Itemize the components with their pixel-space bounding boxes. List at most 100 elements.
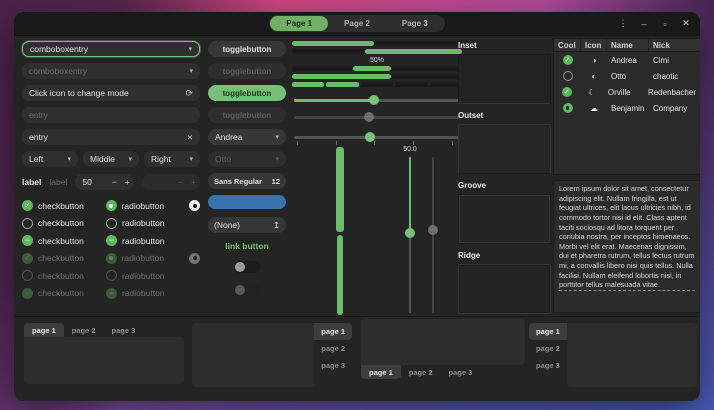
tab-page-3[interactable]: page 3: [104, 323, 144, 337]
mode-entry[interactable]: Click icon to change mode ⟳: [22, 85, 200, 101]
spinbutton[interactable]: 50 − +: [75, 174, 133, 190]
column-header-name[interactable]: Name: [607, 39, 649, 51]
radio-unselected[interactable]: [106, 218, 117, 229]
window-controls: ⋮ – ▫ ✕: [618, 12, 691, 35]
link-button[interactable]: link button: [208, 241, 286, 251]
comboboxentry-disabled: comboboxentry ▾: [22, 63, 200, 79]
frame-label: Inset: [458, 41, 551, 50]
entry-clearable-field[interactable]: entry ✕: [22, 129, 200, 145]
table-row[interactable]: ✓ ☾ Orville Redenbacher: [554, 84, 700, 100]
scale-handle[interactable]: [369, 95, 379, 105]
tab-page-2[interactable]: page 2: [64, 323, 104, 337]
tab-page-1[interactable]: page 1: [314, 323, 352, 340]
radio-mixed[interactable]: −: [106, 235, 117, 246]
radio-indicator[interactable]: [189, 200, 200, 211]
scale-handle[interactable]: [405, 228, 415, 238]
tab-page-2[interactable]: page 2: [314, 340, 352, 357]
radiobutton-label: radiobutton: [122, 253, 165, 263]
textview[interactable]: Lorem ipsum dolor sit amet, consectetur …: [553, 180, 700, 313]
cell-name: Andrea: [607, 56, 649, 65]
scale-vertical[interactable]: [405, 157, 415, 313]
comboboxentry[interactable]: comboboxentry ▾: [22, 41, 200, 57]
maximize-icon[interactable]: ▫: [660, 19, 670, 29]
vscale-value-label: 50.0: [392, 146, 428, 153]
minimize-icon[interactable]: –: [639, 19, 649, 29]
scale-horizontal[interactable]: [292, 94, 462, 106]
tab-page-2[interactable]: page 2: [401, 365, 441, 379]
tab-page-1[interactable]: Page 1: [270, 16, 328, 31]
entry-placeholder: entry: [29, 110, 48, 120]
table-row[interactable]: ◐ Otto chaotic: [554, 68, 700, 84]
checkbox-mixed[interactable]: −: [22, 235, 33, 246]
tab-page-3[interactable]: Page 3: [386, 16, 444, 31]
treeview-header: Cool Icon Name Nick: [554, 39, 700, 52]
upload-icon: ↥: [273, 220, 280, 231]
combo-middle[interactable]: Middle ▾: [83, 151, 139, 167]
checkbox-checked[interactable]: ✓: [562, 87, 572, 97]
chevron-down-icon[interactable]: ▾: [188, 45, 192, 53]
togglebutton[interactable]: togglebutton: [208, 41, 286, 57]
main-content: comboboxentry ▾ comboboxentry ▾ Click ic…: [14, 36, 700, 316]
checkbox-checked[interactable]: ✓: [563, 55, 573, 65]
levelbar-discrete: [292, 82, 462, 87]
togglebutton-active[interactable]: togglebutton: [208, 85, 286, 101]
column-header-icon[interactable]: Icon: [581, 39, 607, 51]
spin-plus-button[interactable]: +: [121, 177, 134, 187]
switch-off[interactable]: [234, 261, 260, 273]
name-combobox-disabled: Otto ▾: [208, 151, 286, 167]
scale-handle[interactable]: [365, 132, 375, 142]
checkbox-checked[interactable]: ✓: [22, 200, 33, 211]
checkbutton-label: checkbutton: [38, 288, 84, 298]
file-chooser-button[interactable]: (None) ↥: [208, 217, 286, 233]
tab-page-1[interactable]: page 1: [361, 365, 401, 379]
tab-page-2[interactable]: Page 2: [328, 16, 386, 31]
menu-icon[interactable]: ⋮: [618, 18, 628, 29]
spin-value: 50: [75, 177, 107, 187]
spin-minus-button[interactable]: −: [108, 177, 121, 187]
radio-selected[interactable]: [106, 200, 117, 211]
combo-right[interactable]: Right ▾: [144, 151, 200, 167]
check-radio-row-disabled: checkbutton radiobutton: [22, 269, 200, 282]
buttons-column: togglebutton togglebutton togglebutton t…: [208, 41, 286, 307]
tab-page-2[interactable]: page 2: [529, 340, 567, 357]
frame-label: Groove: [458, 181, 551, 190]
column-header-cool[interactable]: Cool: [554, 39, 581, 51]
tab-page-3[interactable]: page 3: [529, 357, 567, 374]
progressbar-activity: [292, 66, 462, 71]
font-button[interactable]: Sans Regular 12: [208, 173, 286, 189]
check-radio-row: −checkbutton −radiobutton: [22, 234, 200, 247]
progressbar-rtl: [292, 49, 462, 54]
chevron-down-icon: ▾: [189, 67, 193, 75]
comboboxentry-disabled-value: comboboxentry: [29, 66, 87, 76]
tab-bar: page 1 page 2 page 3: [529, 323, 567, 387]
radiobutton-label: radiobutton: [122, 218, 165, 228]
radio-selected[interactable]: [563, 103, 573, 113]
textview-content: Lorem ipsum dolor sit amet, consectetur …: [559, 184, 694, 289]
radio-unselected[interactable]: [563, 71, 573, 81]
notebook-tabs-right: page 1 page 2 page 3: [192, 323, 352, 387]
table-row[interactable]: ☁ Benjamin Company: [554, 100, 700, 116]
scale-with-marks[interactable]: [292, 131, 462, 143]
chevron-down-icon: ▾: [275, 155, 279, 163]
frame-label: Ridge: [458, 251, 551, 260]
tab-page-3[interactable]: page 3: [441, 365, 481, 379]
combo-left[interactable]: Left ▾: [22, 151, 78, 167]
tab-page-1[interactable]: page 1: [24, 323, 64, 337]
scale-handle: [428, 225, 438, 235]
entry-placeholder-field[interactable]: entry: [22, 107, 200, 123]
notebooks-row: page 1 page 2 page 3 page 1 page 2 page …: [14, 316, 700, 401]
radiobutton-label: radiobutton: [122, 201, 165, 211]
combo-left-value: Left: [29, 154, 43, 164]
color-button[interactable]: [208, 195, 286, 209]
clear-icon[interactable]: ✕: [187, 133, 193, 142]
refresh-icon[interactable]: ⟳: [185, 88, 193, 99]
column-header-nick[interactable]: Nick: [649, 39, 700, 51]
tab-page-1[interactable]: page 1: [529, 323, 567, 340]
checkbox-unchecked[interactable]: [22, 218, 33, 229]
table-row[interactable]: ✓ ◑ Andrea Cimi: [554, 52, 700, 68]
frames-column: Inset Outset Groove Ridge: [458, 39, 551, 321]
tab-page-3[interactable]: page 3: [314, 357, 352, 374]
close-icon[interactable]: ✕: [681, 18, 691, 29]
frame-ridge: Ridge: [458, 251, 551, 314]
name-combobox[interactable]: Andrea ▾: [208, 129, 286, 145]
